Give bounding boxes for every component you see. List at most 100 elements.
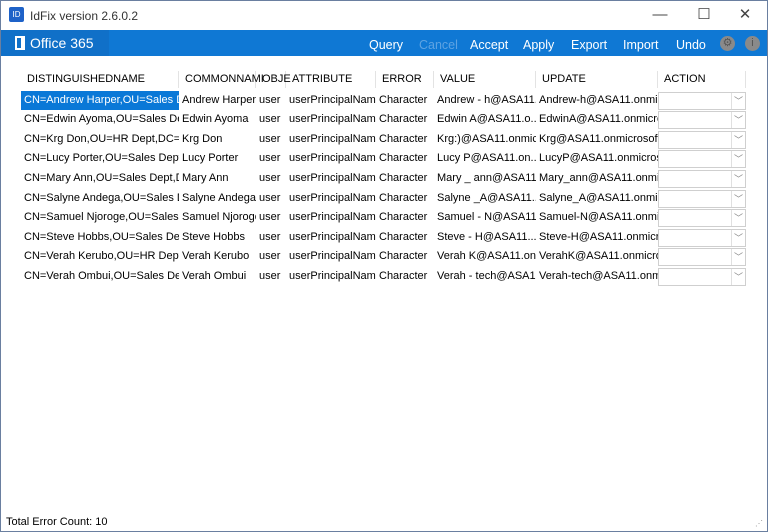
cell-update[interactable]: Steve-H@ASA11.onmicr... xyxy=(536,228,658,248)
resize-grip-icon[interactable]: ⋰ xyxy=(755,519,763,528)
cell-objectclass[interactable]: user xyxy=(256,149,286,169)
column-header-update[interactable]: UPDATE xyxy=(536,71,658,88)
cell-value[interactable]: Andrew - h@ASA11... xyxy=(434,91,536,111)
cell-commonname[interactable]: Verah Ombui xyxy=(179,267,256,287)
cell-commonname[interactable]: Steve Hobbs xyxy=(179,228,256,248)
column-header-objectclass[interactable]: OBJE xyxy=(256,71,291,88)
cell-commonname[interactable]: Salyne Andega xyxy=(179,189,256,209)
cell-attribute[interactable]: userPrincipalName xyxy=(286,130,376,150)
gear-icon[interactable]: ⚙ xyxy=(720,36,735,51)
cell-commonname[interactable]: Lucy Porter xyxy=(179,149,256,169)
accept-button[interactable]: Accept xyxy=(470,30,508,56)
cell-error[interactable]: Character xyxy=(376,91,434,111)
export-button[interactable]: Export xyxy=(571,30,607,56)
cell-error[interactable]: Character xyxy=(376,189,434,209)
info-icon[interactable]: i xyxy=(745,36,760,51)
cell-value[interactable]: Krg:)@ASA11.onmic... xyxy=(434,130,536,150)
cell-objectclass[interactable]: user xyxy=(256,91,286,111)
cell-error[interactable]: Character xyxy=(376,149,434,169)
close-button[interactable]: ✕ xyxy=(730,5,760,25)
cell-error[interactable]: Character xyxy=(376,169,434,189)
cell-distinguishedname[interactable]: CN=Edwin Ayoma,OU=Sales Dep... xyxy=(21,110,179,130)
cell-objectclass[interactable]: user xyxy=(256,208,286,228)
cell-objectclass[interactable]: user xyxy=(256,228,286,248)
cell-objectclass[interactable]: user xyxy=(256,169,286,189)
cell-error[interactable]: Character xyxy=(376,267,434,287)
chevron-down-icon[interactable]: ﹀ xyxy=(731,92,745,109)
cell-commonname[interactable]: Krg Don xyxy=(179,130,256,150)
action-dropdown[interactable]: ﹀ xyxy=(658,267,746,286)
cell-attribute[interactable]: userPrincipalName xyxy=(286,228,376,248)
cell-update[interactable]: Krg@ASA11.onmicrosoft.... xyxy=(536,130,658,150)
cell-update[interactable]: EdwinA@ASA11.onmicro... xyxy=(536,110,658,130)
cell-attribute[interactable]: userPrincipalName xyxy=(286,247,376,267)
action-dropdown[interactable]: ﹀ xyxy=(658,248,746,267)
import-button[interactable]: Import xyxy=(623,30,658,56)
action-dropdown[interactable]: ﹀ xyxy=(658,150,746,169)
action-dropdown[interactable]: ﹀ xyxy=(658,111,746,130)
cell-attribute[interactable]: userPrincipalName xyxy=(286,267,376,287)
chevron-down-icon[interactable]: ﹀ xyxy=(731,210,745,227)
cell-distinguishedname[interactable]: CN=Steve Hobbs,OU=Sales Dept... xyxy=(21,228,179,248)
cell-value[interactable]: Steve - H@ASA11.... xyxy=(434,228,536,248)
column-header-distinguishedname[interactable]: DISTINGUISHEDNAME xyxy=(21,71,179,88)
cell-objectclass[interactable]: user xyxy=(256,247,286,267)
action-dropdown[interactable]: ﹀ xyxy=(658,169,746,188)
chevron-down-icon[interactable]: ﹀ xyxy=(731,249,745,266)
chevron-down-icon[interactable]: ﹀ xyxy=(731,151,745,168)
cell-value[interactable]: Lucy P@ASA11.on... xyxy=(434,149,536,169)
cell-commonname[interactable]: Edwin Ayoma xyxy=(179,110,256,130)
cell-attribute[interactable]: userPrincipalName xyxy=(286,208,376,228)
cell-distinguishedname[interactable]: CN=Andrew Harper,OU=Sales De... xyxy=(21,90,179,111)
cell-error[interactable]: Character xyxy=(376,110,434,130)
chevron-down-icon[interactable]: ﹀ xyxy=(731,131,745,148)
undo-button[interactable]: Undo xyxy=(676,30,706,56)
cell-distinguishedname[interactable]: CN=Verah Ombui,OU=Sales Dept... xyxy=(21,267,179,287)
cell-attribute[interactable]: userPrincipalName xyxy=(286,110,376,130)
cell-attribute[interactable]: userPrincipalName xyxy=(286,189,376,209)
cell-update[interactable]: Salyne_A@ASA11.onmic... xyxy=(536,189,658,209)
cell-commonname[interactable]: Andrew Harper xyxy=(179,91,256,111)
column-header-error[interactable]: ERROR xyxy=(376,71,434,88)
cell-value[interactable]: Edwin A@ASA11.o... xyxy=(434,110,536,130)
query-button[interactable]: Query xyxy=(369,30,403,56)
cell-value[interactable]: Verah K@ASA11.on... xyxy=(434,247,536,267)
minimize-button[interactable]: — xyxy=(645,5,675,25)
maximize-button[interactable]: ☐ xyxy=(689,5,719,25)
chevron-down-icon[interactable]: ﹀ xyxy=(731,268,745,285)
action-dropdown[interactable]: ﹀ xyxy=(658,189,746,208)
cell-update[interactable]: Verah-tech@ASA11.onmi... xyxy=(536,267,658,287)
cancel-button[interactable]: Cancel xyxy=(419,30,458,56)
column-header-action[interactable]: ACTION xyxy=(658,71,746,88)
cell-objectclass[interactable]: user xyxy=(256,130,286,150)
cell-update[interactable]: Samuel-N@ASA11.onmic... xyxy=(536,208,658,228)
apply-button[interactable]: Apply xyxy=(523,30,554,56)
cell-attribute[interactable]: userPrincipalName xyxy=(286,91,376,111)
chevron-down-icon[interactable]: ﹀ xyxy=(731,190,745,207)
cell-update[interactable]: Mary_ann@ASA11.onmic... xyxy=(536,169,658,189)
action-dropdown[interactable]: ﹀ xyxy=(658,228,746,247)
column-header-attribute[interactable]: ATTRIBUTE xyxy=(286,71,376,88)
cell-distinguishedname[interactable]: CN=Krg Don,OU=HR Dept,DC=A... xyxy=(21,130,179,150)
cell-distinguishedname[interactable]: CN=Lucy Porter,OU=Sales Dept,... xyxy=(21,149,179,169)
cell-value[interactable]: Salyne _A@ASA11.... xyxy=(434,189,536,209)
cell-value[interactable]: Samuel - N@ASA11... xyxy=(434,208,536,228)
chevron-down-icon[interactable]: ﹀ xyxy=(731,170,745,187)
action-dropdown[interactable]: ﹀ xyxy=(658,130,746,149)
chevron-down-icon[interactable]: ﹀ xyxy=(731,229,745,246)
cell-value[interactable]: Mary _ ann@ASA11... xyxy=(434,169,536,189)
cell-objectclass[interactable]: user xyxy=(256,110,286,130)
cell-error[interactable]: Character xyxy=(376,247,434,267)
cell-distinguishedname[interactable]: CN=Salyne Andega,OU=Sales D... xyxy=(21,189,179,209)
column-header-commonname[interactable]: COMMONNAMI xyxy=(179,71,264,88)
cell-error[interactable]: Character xyxy=(376,208,434,228)
cell-commonname[interactable]: Samuel Njoroge xyxy=(179,208,256,228)
cell-distinguishedname[interactable]: CN=Verah Kerubo,OU=HR Dept,... xyxy=(21,247,179,267)
cell-update[interactable]: Andrew-h@ASA11.onmic... xyxy=(536,91,658,111)
chevron-down-icon[interactable]: ﹀ xyxy=(731,112,745,129)
cell-distinguishedname[interactable]: CN=Mary Ann,OU=Sales Dept,D... xyxy=(21,169,179,189)
cell-update[interactable]: LucyP@ASA11.onmicros... xyxy=(536,149,658,169)
cell-objectclass[interactable]: user xyxy=(256,189,286,209)
cell-error[interactable]: Character xyxy=(376,130,434,150)
cell-objectclass[interactable]: user xyxy=(256,267,286,287)
